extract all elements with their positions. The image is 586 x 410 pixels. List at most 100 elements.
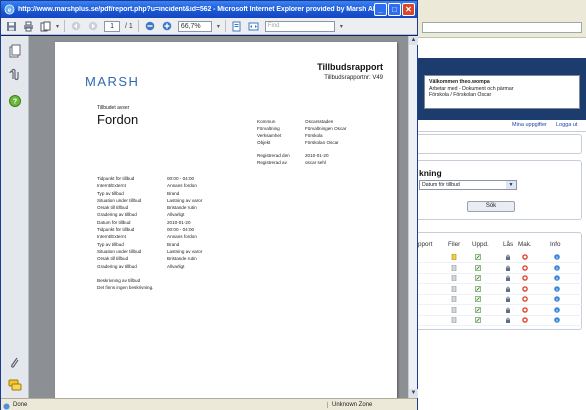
table-row[interactable] [417, 264, 583, 272]
info-icon[interactable] [554, 285, 560, 292]
info-icon[interactable] [554, 296, 560, 302]
detail-row-value: Allvarligt [167, 263, 185, 269]
previous-page-icon[interactable] [70, 20, 82, 32]
lock-icon[interactable] [505, 254, 511, 260]
window-titlebar[interactable]: e http://www.marshplus.se/pdf/report.php… [1, 1, 417, 18]
sort-panel: kning Datum för tillbud ▼ Sök [416, 160, 582, 220]
search-button[interactable]: Sök [467, 201, 515, 212]
edit-icon[interactable] [475, 317, 481, 323]
info-row-value: Förskolan Oscar [305, 140, 339, 145]
document-area[interactable]: Tillbudsrapport Tillbudsrapportnr: V49 M… [29, 36, 408, 398]
edit-icon[interactable] [475, 275, 481, 281]
welcome-title: Välkommen theo.wompa [429, 79, 490, 85]
welcome-line-unit: Förskola / Förskolan Oscar [429, 92, 492, 99]
cancel-icon[interactable] [522, 285, 528, 292]
detail-row: Datum för tillbud 2010-01-20 [97, 219, 202, 226]
edit-icon[interactable] [475, 296, 481, 302]
page-number-input[interactable]: 1 [104, 20, 121, 32]
background-address-bar[interactable] [422, 22, 582, 33]
paperclip-icon[interactable] [8, 356, 22, 370]
file-icon[interactable] [451, 317, 457, 323]
sort-select[interactable]: Datum för tillbud ▼ [419, 180, 517, 190]
info-icon[interactable] [554, 306, 560, 313]
comments-icon[interactable] [8, 378, 22, 392]
registered-row: Registrerad den 2010-01-20 [257, 152, 346, 159]
cancel-icon[interactable] [522, 264, 528, 271]
edit-icon[interactable] [475, 264, 481, 271]
chevron-down-icon[interactable]: ▾ [340, 23, 343, 30]
table-row[interactable] [417, 274, 583, 282]
file-icon[interactable] [451, 296, 457, 302]
next-page-icon[interactable] [87, 20, 99, 32]
cancel-icon[interactable] [522, 296, 528, 302]
close-button[interactable]: ✕ [402, 3, 415, 16]
report-number: Tillbudsrapportnr: V49 [324, 75, 383, 81]
registered-row-value: oscar sehl [305, 160, 326, 165]
zoom-out-icon[interactable] [144, 20, 156, 32]
scroll-up-arrow[interactable]: ▲ [409, 36, 418, 45]
table-row[interactable] [417, 316, 583, 324]
fit-page-icon[interactable] [231, 20, 243, 32]
cancel-icon[interactable] [522, 306, 528, 313]
detail-row-value: Annans fordon [167, 183, 197, 189]
lock-icon[interactable] [505, 307, 511, 313]
help-icon[interactable]: ? [8, 94, 22, 108]
scroll-down-arrow[interactable]: ▼ [409, 389, 418, 398]
logout-link[interactable]: Logga ut [556, 122, 577, 128]
pages-icon[interactable] [39, 20, 51, 32]
chevron-down-icon[interactable]: ▼ [506, 181, 516, 189]
table-row[interactable] [417, 295, 583, 303]
table-row[interactable] [417, 285, 583, 293]
file-icon[interactable] [451, 285, 457, 292]
file-icon[interactable] [451, 264, 457, 271]
maximize-button[interactable]: □ [388, 3, 401, 16]
detail-row: Orsak till tillbud Bristande rutin [97, 255, 202, 262]
edit-icon[interactable] [475, 306, 481, 313]
cancel-icon[interactable] [522, 317, 528, 323]
edit-icon[interactable] [475, 254, 481, 260]
lock-icon[interactable] [505, 265, 511, 271]
lock-icon[interactable] [505, 317, 511, 323]
zoom-level-select[interactable]: 66,7% [177, 20, 212, 32]
detail-row-value: Annans fordon [167, 234, 197, 240]
info-icon[interactable] [554, 254, 560, 260]
attachments-icon[interactable] [8, 68, 22, 82]
sort-panel-title: kning [419, 168, 442, 178]
file-icon[interactable] [451, 306, 457, 313]
column-header-mak: Mak. [518, 241, 532, 248]
lock-icon[interactable] [505, 275, 511, 281]
fit-width-icon[interactable] [248, 20, 260, 32]
page-status-icon [3, 402, 10, 410]
find-input[interactable]: Find [264, 20, 335, 32]
info-icon[interactable] [554, 275, 560, 281]
cancel-icon[interactable] [522, 254, 528, 260]
welcome-box: Välkommen theo.wompa Arbetar med - Dokum… [424, 75, 580, 109]
detail-row-label: Datum för tillbud [97, 219, 131, 225]
save-icon[interactable] [5, 20, 17, 32]
detail-row: Typ av tillbud Brand [97, 190, 202, 197]
column-header-updated: Uppd. [472, 241, 489, 248]
detail-row-label: Orsak till tillbud [97, 205, 129, 211]
zoom-in-icon[interactable] [161, 20, 173, 32]
my-tasks-link[interactable]: Mina uppgifter [512, 122, 547, 128]
lock-icon[interactable] [505, 286, 511, 292]
pages-panel-icon[interactable] [8, 44, 22, 58]
vertical-scrollbar[interactable]: ▲ ▼ [408, 36, 418, 398]
detail-row-value: Brand [167, 241, 180, 247]
table-row[interactable] [417, 253, 583, 261]
column-header-files: Filer [448, 241, 461, 248]
file-yellow-icon[interactable] [451, 254, 457, 260]
minimize-button[interactable]: _ [374, 3, 387, 16]
print-icon[interactable] [22, 20, 34, 32]
table-row[interactable] [417, 306, 583, 314]
registered-row-value: 2010-01-20 [305, 153, 329, 158]
cancel-icon[interactable] [522, 275, 528, 281]
edit-icon[interactable] [475, 285, 481, 292]
chevron-down-icon[interactable]: ▾ [56, 23, 59, 30]
info-icon[interactable] [554, 264, 560, 271]
ie-popup-window: e http://www.marshplus.se/pdf/report.php… [0, 0, 418, 410]
file-icon[interactable] [451, 275, 457, 281]
info-icon[interactable] [554, 317, 560, 323]
lock-icon[interactable] [505, 296, 511, 302]
chevron-down-icon[interactable]: ▾ [217, 23, 220, 30]
